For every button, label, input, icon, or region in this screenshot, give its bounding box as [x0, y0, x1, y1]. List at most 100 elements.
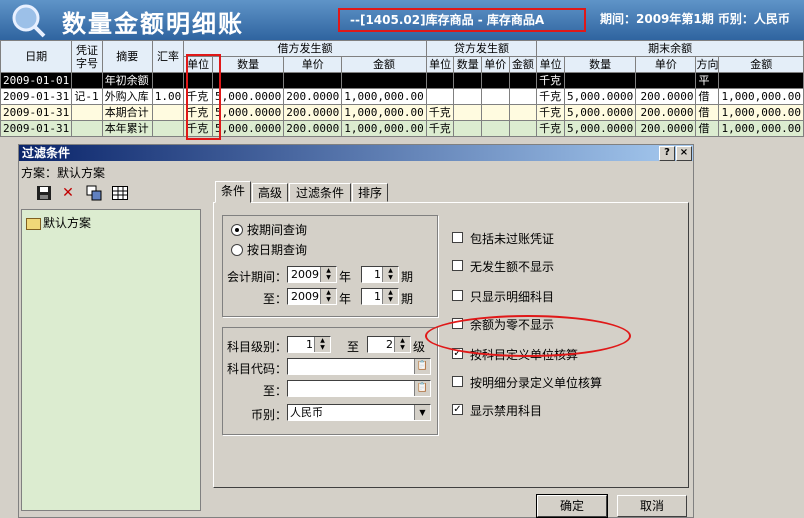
checkbox-6[interactable] — [452, 376, 463, 387]
cell-summary: 本期合计 — [101, 104, 153, 121]
to-year-stepper[interactable]: 2009 ▲ ▼ — [287, 288, 337, 305]
col-ending-qty[interactable]: 数量 — [564, 56, 637, 73]
cell-d-amount — [341, 72, 427, 89]
checkbox-1[interactable] — [452, 232, 463, 243]
cell-d-qty: 5,000.0000 — [212, 120, 285, 137]
cell-e-amount: 1,000,000.00 — [718, 104, 804, 121]
col-voucher[interactable]: 凭证字号 — [71, 40, 103, 73]
spin-arrows-icon[interactable]: ▲ ▼ — [382, 267, 398, 282]
to-label: 至： — [263, 292, 288, 306]
account-code-to-field[interactable]: 📋 — [287, 380, 431, 397]
level-from-stepper[interactable]: 1 ▲ ▼ — [287, 336, 331, 353]
filter-dialog: 过滤条件 ? × 方案：默认方案 ✕ 默认方案 条件 高级 过滤条件 排序 按期… — [18, 144, 694, 518]
cell-rate — [151, 72, 185, 89]
tab-sort[interactable]: 排序 — [352, 183, 388, 202]
ok-button[interactable]: 确定 — [536, 494, 608, 518]
accounting-period-label: 会计期间： — [227, 270, 288, 284]
spin-arrows-icon[interactable]: ▲ ▼ — [320, 289, 336, 304]
scheme-label: 方案：默认方案 — [21, 166, 106, 180]
currency-select[interactable]: 人民币 ▼ — [287, 404, 431, 421]
account-code-from-field[interactable]: 📋 — [287, 358, 431, 375]
year-suffix: 年 — [339, 292, 352, 306]
spin-arrows-icon[interactable]: ▲ ▼ — [314, 337, 330, 352]
copy-scheme-icon[interactable] — [83, 182, 105, 204]
cell-e-dir: 借 — [695, 120, 720, 137]
radio-by-period[interactable] — [231, 224, 243, 236]
spin-arrows-icon[interactable]: ▲ ▼ — [320, 267, 336, 282]
cell-e-amount: 1,000,000.00 — [718, 88, 804, 105]
col-debit-amount[interactable]: 金额 — [341, 56, 427, 73]
account-group: 科目级别： 1 ▲ ▼ 至 2 ▲ ▼ 级 科目代码： 📋 至： 📋 币别： 人民币 ▼ — [222, 327, 438, 435]
col-ending-direction[interactable]: 方向 — [695, 56, 720, 73]
tree-item-label: 默认方案 — [43, 216, 92, 230]
cell-d-price: 200.0000 — [283, 88, 343, 105]
col-ending-price[interactable]: 单价 — [635, 56, 697, 73]
col-date[interactable]: 日期 — [0, 40, 73, 73]
cell-d-unit — [183, 72, 214, 89]
chevron-down-icon[interactable]: ▼ — [414, 405, 430, 420]
cell-d-unit: 千克 — [183, 104, 214, 121]
col-credit-unit[interactable]: 单位 — [425, 56, 455, 73]
tree-item-default[interactable]: 默认方案 — [26, 214, 91, 231]
col-credit-amount[interactable]: 金额 — [508, 56, 538, 73]
to-period-stepper[interactable]: 1 ▲ ▼ — [361, 288, 399, 305]
cell-e-qty — [564, 72, 637, 89]
from-period-value: 1 — [374, 268, 381, 281]
cell-rate — [151, 120, 185, 137]
table-row[interactable]: 2009-01-31 本期合计 千克 5,000.0000 200.0000 1,000,… — [0, 104, 804, 121]
cell-c-qty — [453, 88, 483, 105]
cell-c-amount — [508, 120, 538, 137]
cell-c-unit: 千克 — [425, 104, 455, 121]
tab-filter[interactable]: 过滤条件 — [289, 183, 351, 202]
spin-arrows-icon[interactable]: ▲ ▼ — [394, 337, 410, 352]
table-row[interactable]: 2009-01-31 本年累计 千克 5,000.0000 200.0000 1,000,… — [0, 120, 804, 137]
table-row[interactable]: 2009-01-01 年初余额 千克 平 — [0, 72, 804, 89]
col-debit-unit[interactable]: 单位 — [183, 56, 214, 73]
col-credit-price[interactable]: 单价 — [481, 56, 510, 73]
cell-voucher: 记-1 — [71, 88, 103, 105]
col-summary[interactable]: 摘要 — [101, 40, 153, 73]
checkbox-2[interactable] — [452, 260, 463, 271]
cell-date: 2009-01-31 — [0, 88, 73, 105]
lookup-icon[interactable]: 📋 — [414, 359, 430, 374]
col-debit-qty[interactable]: 数量 — [212, 56, 285, 73]
col-rate[interactable]: 汇率 — [151, 40, 185, 73]
checkbox-5[interactable]: ✓ — [452, 348, 463, 359]
table-row[interactable]: 2009-01-31 记-1 外购入库 1.00 千克 5,000.0000 200.000… — [0, 88, 804, 105]
cell-date: 2009-01-31 — [0, 104, 73, 121]
cell-e-unit: 千克 — [536, 88, 566, 105]
col-credit-qty[interactable]: 数量 — [453, 56, 483, 73]
cell-e-price: 200.0000 — [635, 88, 697, 105]
checkbox-7[interactable]: ✓ — [452, 404, 463, 415]
close-button[interactable]: × — [676, 146, 692, 161]
cell-d-qty: 5,000.0000 — [212, 88, 285, 105]
cell-e-unit: 千克 — [536, 120, 566, 137]
radio-by-date[interactable] — [231, 244, 243, 256]
spin-arrows-icon[interactable]: ▲ ▼ — [382, 289, 398, 304]
tab-advanced[interactable]: 高级 — [252, 183, 288, 202]
account-label: --[1405.02]库存商品 - 库存商品A — [338, 8, 586, 32]
save-icon[interactable] — [33, 182, 55, 204]
cell-c-amount — [508, 72, 538, 89]
cancel-button[interactable]: 取消 — [617, 495, 687, 517]
col-debit-price[interactable]: 单价 — [283, 56, 343, 73]
cell-d-amount: 1,000,000.00 — [341, 120, 427, 137]
checkbox-4[interactable] — [452, 318, 463, 329]
app-header: 数量金额明细账 --[1405.02]库存商品 - 库存商品A 期间：2009年… — [0, 0, 804, 40]
from-period-stepper[interactable]: 1 ▲ ▼ — [361, 266, 399, 283]
period-suffix: 期 — [401, 270, 414, 284]
cell-e-unit: 千克 — [536, 104, 566, 121]
lookup-icon[interactable]: 📋 — [414, 381, 430, 396]
from-year-stepper[interactable]: 2009 ▲ ▼ — [287, 266, 337, 283]
col-ending-amount[interactable]: 金额 — [718, 56, 804, 73]
tab-condition[interactable]: 条件 — [215, 181, 251, 203]
col-ending-group: 期末余额 — [536, 40, 804, 57]
condition-panel: 按期间查询 按日期查询 会计期间： 2009 ▲ ▼ 年 1 ▲ ▼ 期 至： 2009… — [213, 202, 689, 488]
year-suffix: 年 — [339, 270, 352, 284]
col-ending-unit[interactable]: 单位 — [536, 56, 566, 73]
delete-icon[interactable]: ✕ — [57, 182, 79, 204]
grid-settings-icon[interactable] — [109, 182, 131, 204]
help-button[interactable]: ? — [659, 146, 675, 161]
checkbox-3[interactable] — [452, 290, 463, 301]
level-to-stepper[interactable]: 2 ▲ ▼ — [367, 336, 411, 353]
